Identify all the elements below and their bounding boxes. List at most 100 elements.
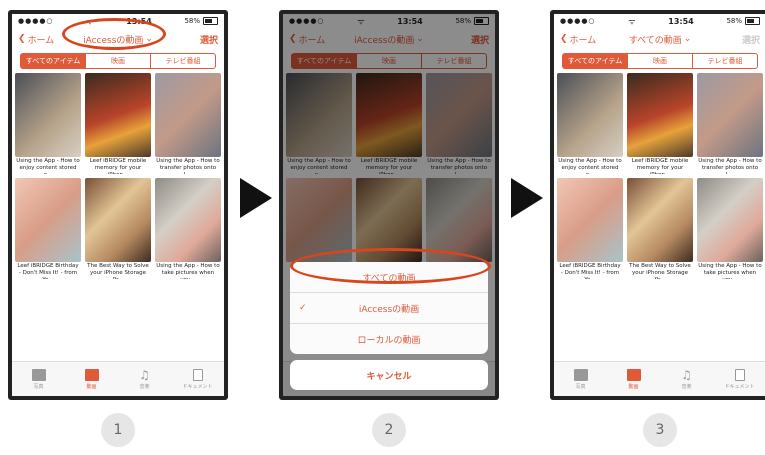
video-item[interactable]: Using the App - How to transfer photos o… [697, 73, 763, 174]
video-item[interactable]: Leef iBRIDGE mobile memory for your iPho… [627, 73, 693, 174]
video-item[interactable]: Using the App - How to enjoy content sto… [557, 73, 623, 174]
tab-label: 音楽 [139, 383, 150, 390]
option-label: iAccessの動画 [358, 304, 420, 315]
video-item[interactable]: Leef iBRIDGE Birthday - Don't Miss It! -… [15, 178, 81, 279]
step-number-2: 2 [372, 413, 406, 447]
chevron-left-icon: ❮ [18, 34, 26, 44]
step-number-3: 3 [643, 413, 677, 447]
video-item[interactable]: Using the App - How to transfer photos o… [155, 73, 221, 174]
arrow-right-icon [240, 178, 272, 218]
video-caption: Using the App - How to transfer photos o… [156, 158, 220, 174]
segment-movies[interactable]: 映画 [627, 54, 692, 68]
signal-indicator: ●●●●○ [18, 17, 54, 25]
battery-icon [745, 17, 760, 25]
nav-bar: ❮ ホーム すべての動画 ⌄ 選択 [554, 28, 765, 50]
battery-icon [203, 17, 218, 25]
video-item[interactable]: Using the App - How to take pictures whe… [155, 178, 221, 279]
tab-label: 動画 [628, 383, 639, 390]
video-caption: The Best Way to Solve your iPhone Storag… [629, 263, 691, 279]
tab-bar: 写真 動画 ♫ 音楽 ドキュメント [12, 361, 224, 396]
phone-screen-1: ●●●●○ ᯤ 13:54 58% ❮ ホーム iAccessの動画 ⌄ 選択 すべ… [8, 10, 228, 400]
category-segmented-control: すべてのアイテム 映画 テレビ番組 [20, 53, 216, 69]
highlight-circle-title [62, 18, 166, 50]
screen: ●●●●○ ᯤ 13:54 58% ❮ ホーム すべての動画 ⌄ 選択 すべてのアイ… [554, 14, 765, 396]
tab-music[interactable]: ♫ 音楽 [118, 362, 171, 396]
video-grid: Using the App - How to enjoy content sto… [12, 73, 224, 279]
document-icon [734, 368, 745, 381]
tab-photos[interactable]: 写真 [12, 362, 65, 396]
video-item[interactable]: Using the App - How to take pictures whe… [697, 178, 763, 279]
option-local-videos[interactable]: ローカルの動画 [290, 323, 488, 354]
video-caption: Using the App - How to enjoy content sto… [558, 158, 622, 174]
video-thumbnail [627, 73, 693, 157]
tab-label: 写真 [575, 383, 586, 390]
segment-tv-shows[interactable]: テレビ番組 [692, 54, 757, 68]
video-thumbnail [697, 178, 763, 262]
video-caption: Leef iBRIDGE Birthday - Don't Miss It! -… [559, 263, 621, 279]
tab-music[interactable]: ♫ 音楽 [660, 362, 713, 396]
tab-documents[interactable]: ドキュメント [713, 362, 765, 396]
video-item[interactable]: The Best Way to Solve your iPhone Storag… [627, 178, 693, 279]
video-grid: Using the App - How to enjoy content sto… [554, 73, 765, 279]
video-caption: Leef iBRIDGE mobile memory for your iPho… [89, 158, 147, 174]
tab-videos[interactable]: 動画 [607, 362, 660, 396]
segment-tv-shows[interactable]: テレビ番組 [150, 54, 215, 68]
tab-documents[interactable]: ドキュメント [171, 362, 224, 396]
source-picker-title[interactable]: すべての動画 ⌄ [629, 33, 692, 46]
video-thumbnail [15, 178, 81, 262]
tab-label: ドキュメント [182, 383, 213, 390]
battery-status: 58% [726, 17, 760, 25]
segment-all-items[interactable]: すべてのアイテム [21, 54, 85, 68]
photo-icon [573, 368, 588, 381]
category-segmented-control: すべてのアイテム 映画 テレビ番組 [562, 53, 758, 69]
tab-bar: 写真 動画 ♫ 音楽 ドキュメント [554, 361, 765, 396]
screen: ●●●●○ ᯤ 13:54 58% ❮ ホーム iAccessの動画 ⌄ 選択 すべ… [12, 14, 224, 396]
phone-screen-2: ●●●●○ ᯤ 13:54 58% ❮ ホーム iAccessの動画 ⌄ 選択 すべ… [279, 10, 499, 400]
segment-movies[interactable]: 映画 [85, 54, 150, 68]
video-thumbnail [15, 73, 81, 157]
tab-label: 音楽 [681, 383, 692, 390]
music-note-icon: ♫ [681, 367, 692, 382]
video-caption: Using the App - How to take pictures whe… [156, 263, 220, 279]
back-label: ホーム [569, 35, 597, 46]
battery-percent: 58% [726, 17, 742, 25]
back-button[interactable]: ❮ ホーム [18, 33, 54, 46]
video-item[interactable]: Leef iBRIDGE mobile memory for your iPho… [85, 73, 151, 174]
video-thumbnail [85, 178, 151, 262]
battery-status: 58% [184, 17, 218, 25]
highlight-circle-option [290, 248, 491, 284]
chevron-left-icon: ❮ [560, 34, 568, 44]
clock: 13:54 [668, 16, 694, 26]
back-button[interactable]: ❮ ホーム [560, 33, 596, 46]
photo-icon [31, 368, 46, 381]
video-thumbnail [557, 73, 623, 157]
phone-screen-3: ●●●●○ ᯤ 13:54 58% ❮ ホーム すべての動画 ⌄ 選択 すべてのアイ… [550, 10, 765, 400]
tab-label: ドキュメント [724, 383, 755, 390]
option-iaccess-videos[interactable]: ✓ iAccessの動画 [290, 292, 488, 323]
video-caption: The Best Way to Solve your iPhone Storag… [87, 263, 149, 279]
segment-all-items[interactable]: すべてのアイテム [563, 54, 627, 68]
tab-videos[interactable]: 動画 [65, 362, 118, 396]
tab-photos[interactable]: 写真 [554, 362, 607, 396]
video-thumbnail [557, 178, 623, 262]
cancel-button[interactable]: キャンセル [290, 360, 488, 390]
arrow-right-icon [511, 178, 543, 218]
signal-indicator: ●●●●○ [560, 17, 596, 25]
video-caption: Using the App - How to transfer photos o… [698, 158, 762, 174]
video-item[interactable]: Using the App - How to enjoy content sto… [15, 73, 81, 174]
chevron-down-icon: ⌄ [683, 34, 692, 44]
back-label: ホーム [27, 35, 55, 46]
checkmark-icon: ✓ [299, 303, 307, 313]
video-item[interactable]: The Best Way to Solve your iPhone Storag… [85, 178, 151, 279]
select-button[interactable]: 選択 [200, 33, 218, 46]
document-icon [192, 368, 203, 381]
tab-label: 動画 [86, 383, 97, 390]
video-thumbnail [627, 178, 693, 262]
video-thumbnail [697, 73, 763, 157]
select-button[interactable]: 選択 [742, 33, 760, 46]
film-icon [626, 368, 641, 381]
music-note-icon: ♫ [139, 367, 150, 382]
video-item[interactable]: Leef iBRIDGE Birthday - Don't Miss It! -… [557, 178, 623, 279]
video-thumbnail [155, 178, 221, 262]
status-bar: ●●●●○ ᯤ 13:54 58% [554, 14, 765, 28]
